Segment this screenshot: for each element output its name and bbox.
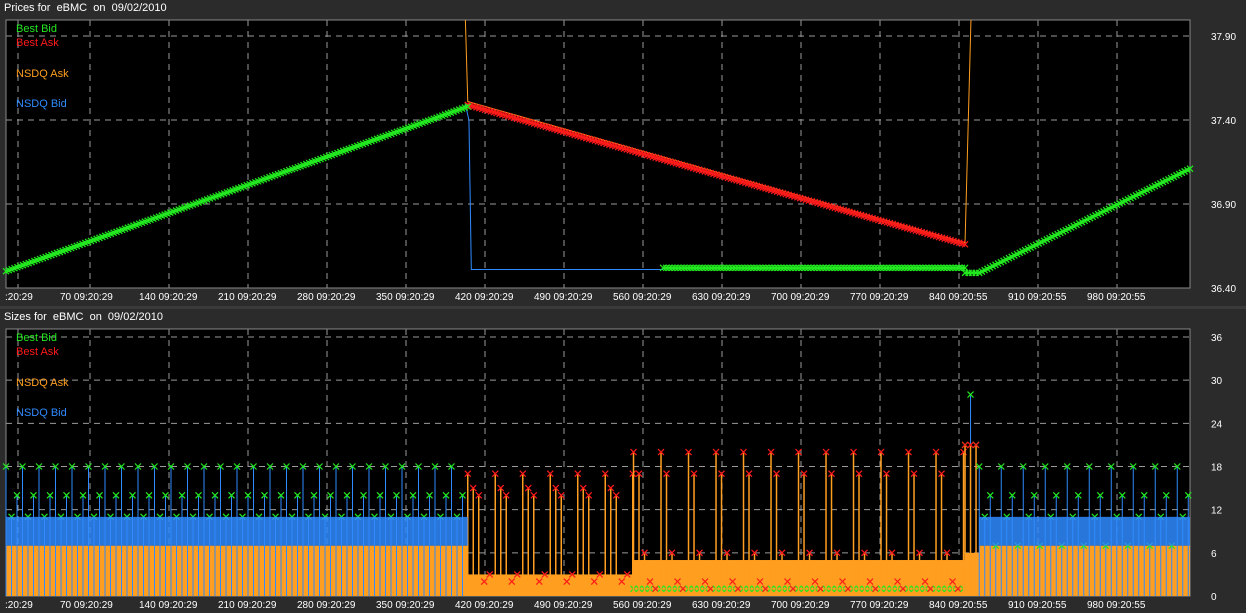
sizes-chart: 36 30 24 18 12 6 0 :20:29 70 09:20:29 140 09:20:2… — [2, 328, 1223, 611]
x-tick-label-7: 490 09:20:29 — [534, 292, 593, 303]
x-tick-label-4: 280 09:20:29 — [297, 292, 356, 303]
legend-best-ask: Best Ask — [16, 346, 59, 358]
x-tick-label-1: 70 09:20:29 — [60, 292, 113, 303]
y-tick-label-3: 36.40 — [1211, 284, 1236, 295]
x-tick-label-13: 910 09:20:55 — [1008, 292, 1067, 303]
x-tick-label-8: 560 09:20:29 — [613, 600, 672, 611]
legend-nsdq-ask: NSDQ Ask — [16, 377, 69, 389]
x-tick-label-6: 420 09:20:29 — [455, 600, 514, 611]
legend-nsdq-bid: NSDQ Bid — [16, 407, 67, 419]
y-tick-label-2: 24 — [1211, 419, 1223, 430]
legend-best-ask: Best Ask — [16, 37, 59, 49]
x-tick-label-3: 210 09:20:29 — [218, 600, 277, 611]
y-tick-label-1: 30 — [1211, 376, 1223, 387]
legend-nsdq-ask: NSDQ Ask — [16, 68, 69, 80]
legend-best-bid: Best Bid — [16, 23, 57, 35]
x-tick-label-1: 70 09:20:29 — [60, 600, 113, 611]
x-tick-label-13: 910 09:20:55 — [1008, 600, 1067, 611]
x-tick-label-8: 560 09:20:29 — [613, 292, 672, 303]
x-tick-label-0: :20:29 — [5, 292, 33, 303]
x-tick-label-9: 630 09:20:29 — [692, 600, 751, 611]
nsdq-ask-area-4 — [979, 545, 1190, 596]
x-tick-label-2: 140 09:20:29 — [139, 600, 198, 611]
y-tick-label-0: 36 — [1211, 333, 1223, 344]
prices-chart: 37.90 37.40 36.90 36.40 :20:29 70 09:20:29 140… — [2, 19, 1236, 303]
y-tick-label-5: 6 — [1211, 549, 1217, 560]
y-tick-label-4: 12 — [1211, 506, 1223, 517]
x-tick-label-12: 840 09:20:55 — [929, 600, 988, 611]
nsdq-bid-band-1 — [979, 516, 1190, 546]
x-tick-label-2: 140 09:20:29 — [139, 292, 198, 303]
x-tick-label-11: 770 09:20:29 — [850, 600, 909, 611]
y-tick-label-2: 36.90 — [1211, 200, 1236, 211]
x-tick-label-6: 420 09:20:29 — [455, 292, 514, 303]
x-tick-label-5: 350 09:20:29 — [376, 292, 435, 303]
x-tick-label-3: 210 09:20:29 — [218, 292, 277, 303]
x-tick-label-4: 280 09:20:29 — [297, 600, 356, 611]
x-tick-label-11: 770 09:20:29 — [850, 292, 909, 303]
prices-panel: Prices for eBMC on 09/02/2010 37.90 37.40… — [0, 0, 1246, 306]
x-tick-label-14: 980 09:20:55 — [1087, 600, 1146, 611]
y-tick-label-1: 37.40 — [1211, 116, 1236, 127]
legend-nsdq-bid: NSDQ Bid — [16, 98, 67, 110]
y-tick-label-0: 37.90 — [1211, 32, 1236, 43]
x-tick-label-10: 700 09:20:29 — [771, 600, 830, 611]
series-best-bid-markers-1 — [659, 264, 969, 272]
x-tick-label-0: :20:29 — [5, 600, 33, 611]
x-tick-label-14: 980 09:20:55 — [1087, 292, 1146, 303]
legend-best-bid: Best Bid — [16, 332, 57, 344]
y-tick-label-3: 18 — [1211, 463, 1223, 474]
plot-area — [6, 20, 1190, 288]
nsdq-ask-area-3 — [965, 552, 980, 596]
x-tick-label-10: 700 09:20:29 — [771, 292, 830, 303]
x-tick-label-5: 350 09:20:29 — [376, 600, 435, 611]
x-tick-label-9: 630 09:20:29 — [692, 292, 751, 303]
x-tick-label-12: 840 09:20:55 — [929, 292, 988, 303]
nsdq-bid-band-0 — [6, 516, 468, 546]
x-tick-label-7: 490 09:20:29 — [534, 600, 593, 611]
y-tick-label-6: 0 — [1211, 592, 1217, 603]
sizes-panel: Sizes for eBMC on 09/02/2010 36 30 24 18 12 6… — [0, 309, 1246, 613]
